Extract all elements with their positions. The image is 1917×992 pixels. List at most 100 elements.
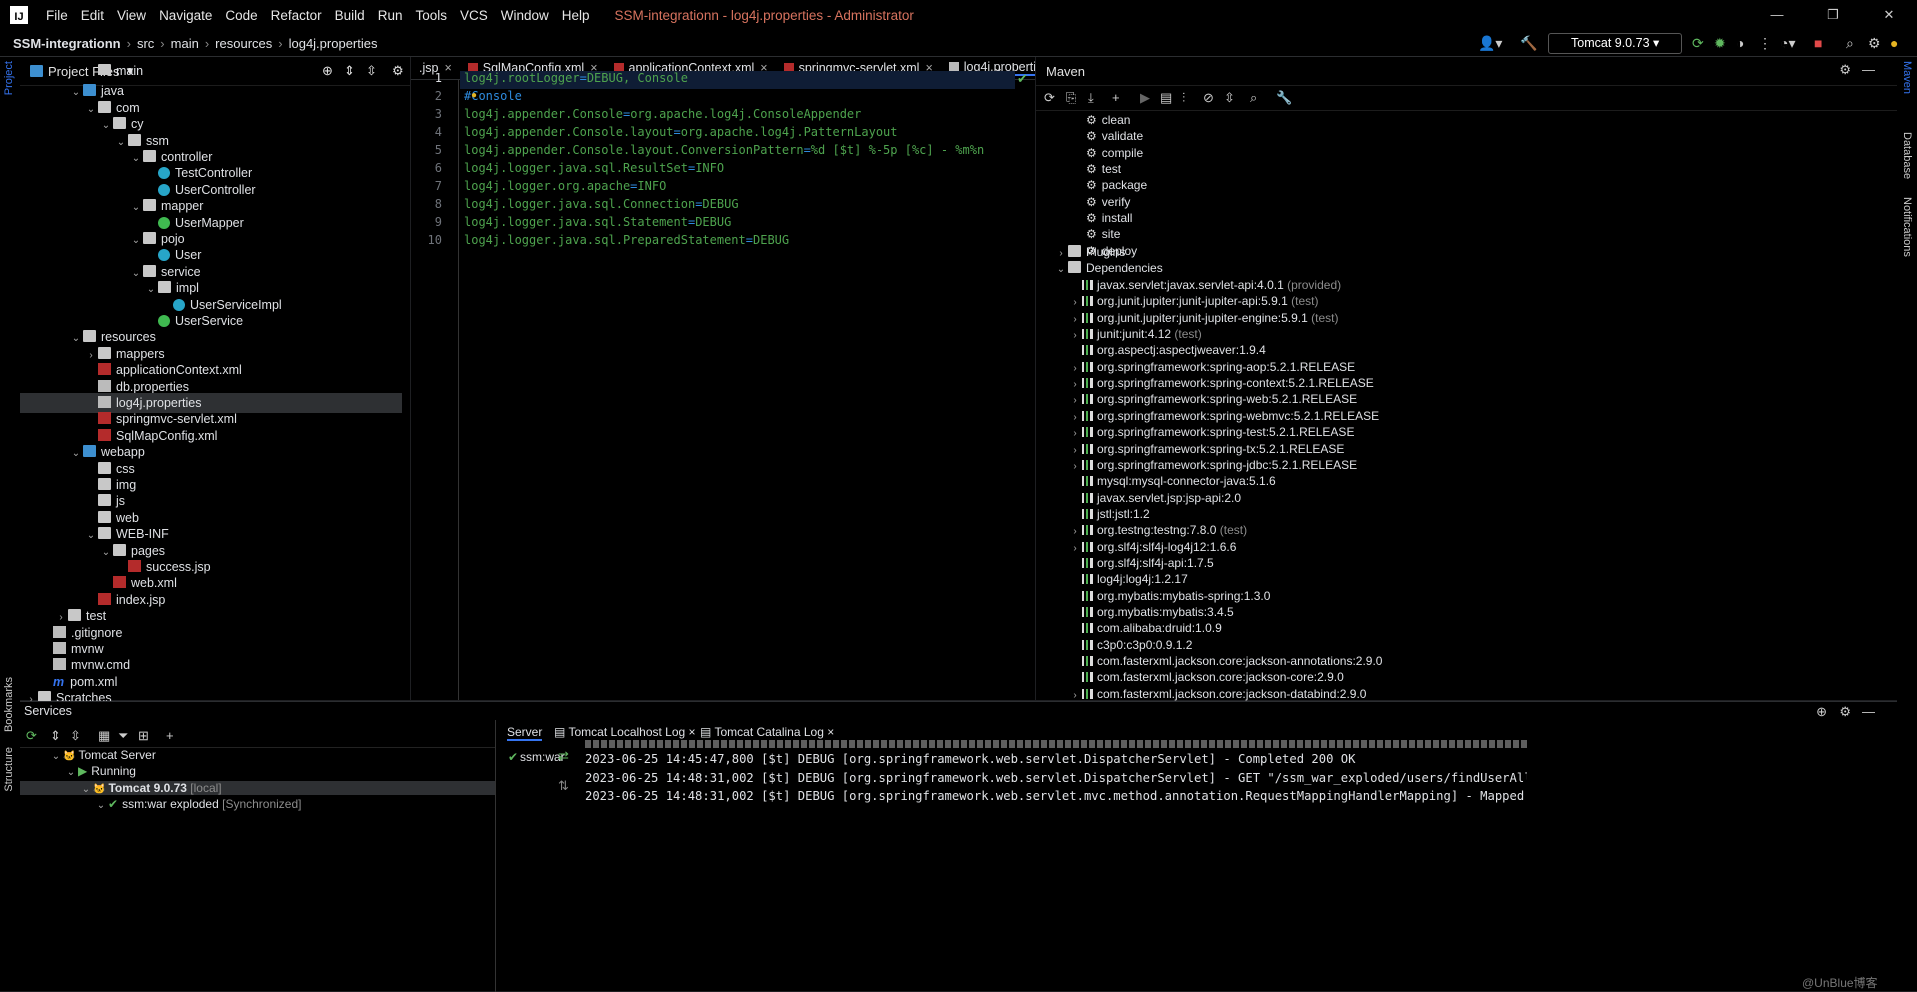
- service-node[interactable]: ⌄ 🐱 Tomcat 9.0.73 [local]: [20, 780, 495, 795]
- services-expand-icon[interactable]: ⇕: [50, 728, 61, 744]
- close-tab-icon[interactable]: ×: [444, 61, 451, 75]
- lifecycle-goal[interactable]: ⚙ site: [1086, 226, 1120, 242]
- menu-item-view[interactable]: View: [117, 8, 146, 23]
- log-line[interactable]: 2023-06-25 14:45:47,800 [$t] DEBUG [org.…: [585, 752, 1527, 766]
- services-target-icon[interactable]: ⊕: [1816, 704, 1827, 720]
- more-run-icon[interactable]: ⋮: [1758, 35, 1772, 52]
- services-collapse-icon[interactable]: ⇳: [70, 728, 81, 744]
- database-tool-button[interactable]: Database: [1901, 132, 1913, 179]
- rerun-icon[interactable]: ⟳: [1692, 35, 1704, 52]
- redeploy-icon[interactable]: ⇅: [558, 778, 569, 794]
- notifications-tool-button[interactable]: Notifications: [1901, 197, 1913, 257]
- bookmarks-tool-button[interactable]: Bookmarks: [3, 677, 15, 732]
- log-line[interactable]: 2023-06-25 14:48:31,002 [$t] DEBUG [org.…: [585, 771, 1527, 785]
- dependency-item[interactable]: › org.springframework:spring-aop:5.2.1.RE…: [1068, 359, 1355, 375]
- close-tab-icon[interactable]: ×: [685, 725, 696, 739]
- breadcrumb-item[interactable]: log4j.properties: [289, 36, 378, 51]
- dependency-item[interactable]: › com.fasterxml.jackson.core:jackson-data…: [1068, 686, 1366, 702]
- lifecycle-goal[interactable]: ⚙ test: [1086, 161, 1121, 177]
- debug-icon[interactable]: ✹: [1714, 35, 1726, 52]
- dependency-item[interactable]: › org.springframework:spring-web:5.2.1.RE…: [1068, 391, 1357, 407]
- output-tab[interactable]: ▤ Tomcat Localhost Log ×: [554, 725, 696, 739]
- search-icon[interactable]: ⌕: [1846, 35, 1854, 52]
- menu-item-code[interactable]: Code: [225, 8, 257, 23]
- menu-item-edit[interactable]: Edit: [81, 8, 104, 23]
- filter-icon[interactable]: ⏷: [118, 728, 128, 744]
- reload-icon[interactable]: ⟳: [1044, 90, 1055, 106]
- dependency-item[interactable]: › org.springframework:spring-webmvc:5.2.1…: [1068, 408, 1379, 424]
- code-line[interactable]: log4j.logger.java.sql.PreparedStatement=…: [464, 233, 789, 247]
- build-hammer-icon[interactable]: 🔨: [1520, 35, 1537, 52]
- service-node[interactable]: ⌄ ✔ ssm:war exploded [Synchronized]: [94, 797, 302, 811]
- menu-item-window[interactable]: Window: [501, 8, 549, 23]
- user-icon[interactable]: 👤▾: [1478, 35, 1502, 52]
- update-icon[interactable]: ●: [1890, 35, 1898, 51]
- maven-hide-icon[interactable]: —: [1862, 62, 1875, 77]
- settings-icon[interactable]: ⚙: [1868, 35, 1881, 52]
- breadcrumb-item[interactable]: main: [171, 36, 199, 51]
- dependency-item[interactable]: › org.testng:testng:7.8.0 (test): [1068, 522, 1247, 538]
- menu-item-navigate[interactable]: Navigate: [159, 8, 212, 23]
- code-line[interactable]: log4j.appender.Console.layout.Conversion…: [464, 143, 984, 157]
- code-line[interactable]: log4j.appender.Console.layout=org.apache…: [464, 125, 898, 139]
- reload-folder-icon[interactable]: ⎘: [1066, 90, 1076, 106]
- service-node[interactable]: ⌄ 🐱 Tomcat Server: [49, 748, 156, 762]
- log-line[interactable]: 2023-06-25 14:48:31,002 [$t] DEBUG [org.…: [585, 789, 1527, 803]
- code-line[interactable]: log4j.logger.java.sql.Statement=DEBUG: [464, 215, 731, 229]
- maven-plugins-node[interactable]: › Plugins: [1054, 244, 1125, 260]
- restore-icon[interactable]: ❐: [1805, 0, 1861, 30]
- close-tab-icon[interactable]: ×: [824, 725, 834, 739]
- dependency-item[interactable]: javax.servlet:javax.servlet-api:4.0.1 (p…: [1068, 277, 1341, 293]
- dependency-item[interactable]: › org.springframework:spring-test:5.2.1.R…: [1068, 424, 1354, 440]
- maven-settings-icon[interactable]: ⚙: [1839, 62, 1851, 78]
- code-line[interactable]: log4j.logger.org.apache=INFO: [464, 179, 666, 193]
- dependency-item[interactable]: com.fasterxml.jackson.core:jackson-core:…: [1068, 669, 1344, 685]
- minimize-icon[interactable]: —: [1749, 0, 1805, 30]
- breadcrumb-item[interactable]: SSM-integrationn: [13, 36, 121, 51]
- code-line[interactable]: log4j.appender.Console=org.apache.log4j.…: [464, 107, 861, 121]
- stop-icon[interactable]: ■: [1814, 35, 1822, 51]
- lifecycle-goal[interactable]: ⚙ validate: [1086, 128, 1143, 144]
- group-icon[interactable]: ▦: [98, 728, 110, 744]
- run-config-icon[interactable]: ▤: [1160, 90, 1172, 106]
- run-config-selector[interactable]: Tomcat 9.0.73 ▾: [1548, 33, 1682, 54]
- output-tab[interactable]: ▤ Tomcat Catalina Log ×: [700, 725, 834, 739]
- menu-item-build[interactable]: Build: [335, 8, 365, 23]
- dependency-item[interactable]: c3p0:c3p0:0.9.1.2: [1068, 637, 1192, 653]
- menu-item-vcs[interactable]: VCS: [460, 8, 488, 23]
- output-tab[interactable]: Server: [507, 725, 543, 741]
- code-line[interactable]: log4j.rootLogger=DEBUG, Console: [464, 71, 688, 85]
- dependency-item[interactable]: › org.springframework:spring-tx:5.2.1.REL…: [1068, 441, 1344, 457]
- dependency-item[interactable]: org.mybatis:mybatis-spring:1.3.0: [1068, 588, 1270, 604]
- services-hide-icon[interactable]: —: [1862, 704, 1875, 719]
- dependency-item[interactable]: jstl:jstl:1.2: [1068, 506, 1150, 522]
- coverage-icon[interactable]: ◑: [1736, 35, 1744, 51]
- dependency-item[interactable]: › junit:junit:4.12 (test): [1068, 326, 1201, 342]
- tree-item[interactable]: main: [20, 61, 402, 75]
- download-icon[interactable]: ⤓: [1088, 90, 1094, 106]
- lifecycle-goal[interactable]: ⚙ compile: [1086, 145, 1143, 161]
- dependency-item[interactable]: org.aspectj:aspectjweaver:1.9.4: [1068, 342, 1266, 358]
- lifecycle-goal[interactable]: ⚙ package: [1086, 177, 1147, 193]
- services-gear-icon[interactable]: ⚙: [1839, 704, 1851, 720]
- menu-item-tools[interactable]: Tools: [415, 8, 447, 23]
- dependency-item[interactable]: org.slf4j:slf4j-api:1.7.5: [1068, 555, 1214, 571]
- menu-item-run[interactable]: Run: [378, 8, 403, 23]
- add-icon[interactable]: +: [1112, 90, 1120, 105]
- dependency-item[interactable]: com.fasterxml.jackson.core:jackson-annot…: [1068, 653, 1382, 669]
- profile-icon[interactable]: ◔▾: [1780, 35, 1795, 52]
- wrench-icon[interactable]: 🔧: [1276, 90, 1292, 106]
- breadcrumb-item[interactable]: src: [137, 36, 154, 51]
- menu-item-refactor[interactable]: Refactor: [271, 8, 322, 23]
- collapse-icon[interactable]: ⇳: [1224, 90, 1235, 106]
- lightbulb-icon[interactable]: ●: [471, 90, 477, 101]
- lifecycle-goal[interactable]: ⚙ verify: [1086, 194, 1130, 210]
- menu-item-file[interactable]: File: [46, 8, 68, 23]
- menu-item-help[interactable]: Help: [562, 8, 590, 23]
- dependency-item[interactable]: javax.servlet.jsp:jsp-api:2.0: [1068, 490, 1241, 506]
- dependency-item[interactable]: › org.springframework:spring-context:5.2.…: [1068, 375, 1373, 391]
- service-node[interactable]: ⌄ ▶ Running: [64, 764, 136, 778]
- dependency-item[interactable]: › org.springframework:spring-jdbc:5.2.1.R…: [1068, 457, 1357, 473]
- lifecycle-goal[interactable]: ⚙ install: [1086, 210, 1132, 226]
- dependency-item[interactable]: › org.slf4j:slf4j-log4j12:1.6.6: [1068, 539, 1236, 555]
